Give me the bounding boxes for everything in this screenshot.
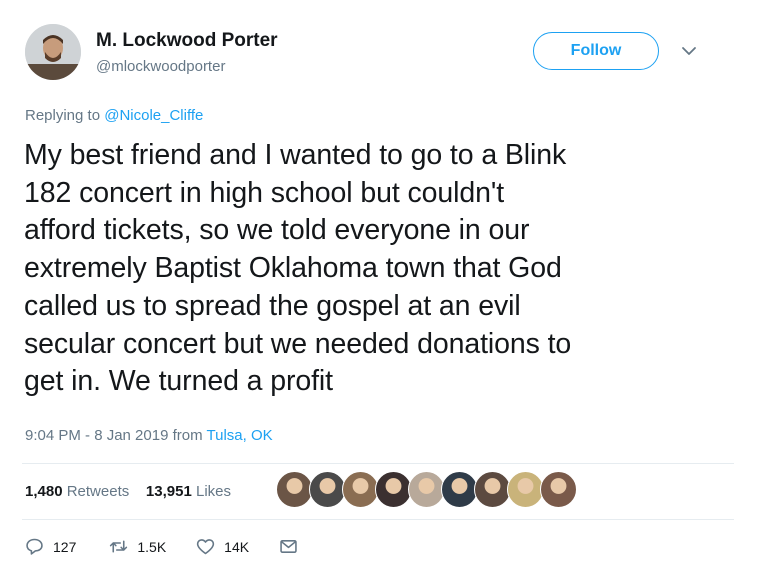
direct-message-button[interactable] xyxy=(278,536,299,557)
retweet-button[interactable]: 1.5K xyxy=(108,536,166,557)
reply-count: 127 xyxy=(53,538,77,555)
liker-avatar[interactable] xyxy=(309,471,346,508)
heart-icon xyxy=(197,539,215,555)
retweets-label[interactable]: Retweets xyxy=(67,483,130,500)
liker-avatar[interactable] xyxy=(408,471,445,508)
divider-bottom xyxy=(22,519,734,520)
reply-icon xyxy=(26,538,43,555)
author-handle[interactable]: @mlockwoodporter xyxy=(96,58,225,75)
chevron-down-icon[interactable] xyxy=(680,42,698,60)
avatar-photo xyxy=(25,24,81,80)
liker-avatar[interactable] xyxy=(474,471,511,508)
replying-to: Replying to @Nicole_Cliffe xyxy=(25,107,203,124)
reply-mention-link[interactable]: @Nicole_Cliffe xyxy=(104,107,203,124)
liker-avatar[interactable] xyxy=(540,471,577,508)
liker-avatar[interactable] xyxy=(375,471,412,508)
retweets-count[interactable]: 1,480 xyxy=(25,483,63,500)
liker-avatar[interactable] xyxy=(507,471,544,508)
replying-prefix: Replying to xyxy=(25,107,105,124)
liker-avatar[interactable] xyxy=(342,471,379,508)
tweet-timestamp: 9:04 PM - 8 Jan 2019 from Tulsa, OK xyxy=(25,427,273,444)
liker-avatars xyxy=(276,471,577,509)
liker-avatar[interactable] xyxy=(441,471,478,508)
like-button[interactable]: 14K xyxy=(195,536,249,557)
divider-top xyxy=(22,463,734,464)
reply-button[interactable]: 127 xyxy=(24,536,76,557)
follow-button[interactable]: Follow xyxy=(533,32,659,70)
retweet-count: 1.5K xyxy=(137,538,167,555)
tweet-actions: 127 1.5K 14K xyxy=(24,536,299,557)
retweet-icon xyxy=(110,540,128,553)
timestamp-text[interactable]: 9:04 PM - 8 Jan 2019 from xyxy=(25,427,207,444)
tweet-text: My best friend and I wanted to go to a B… xyxy=(24,139,572,398)
envelope-icon xyxy=(280,540,297,553)
like-count: 14K xyxy=(224,538,250,555)
author-avatar[interactable] xyxy=(25,24,81,80)
tweet-stats: 1,480 Retweets 13,951 Likes xyxy=(25,483,231,500)
likes-label[interactable]: Likes xyxy=(196,483,231,500)
author-name[interactable]: M. Lockwood Porter xyxy=(96,30,278,52)
likes-count[interactable]: 13,951 xyxy=(146,483,192,500)
liker-avatar[interactable] xyxy=(276,471,313,508)
location-link[interactable]: Tulsa, OK xyxy=(207,427,273,444)
